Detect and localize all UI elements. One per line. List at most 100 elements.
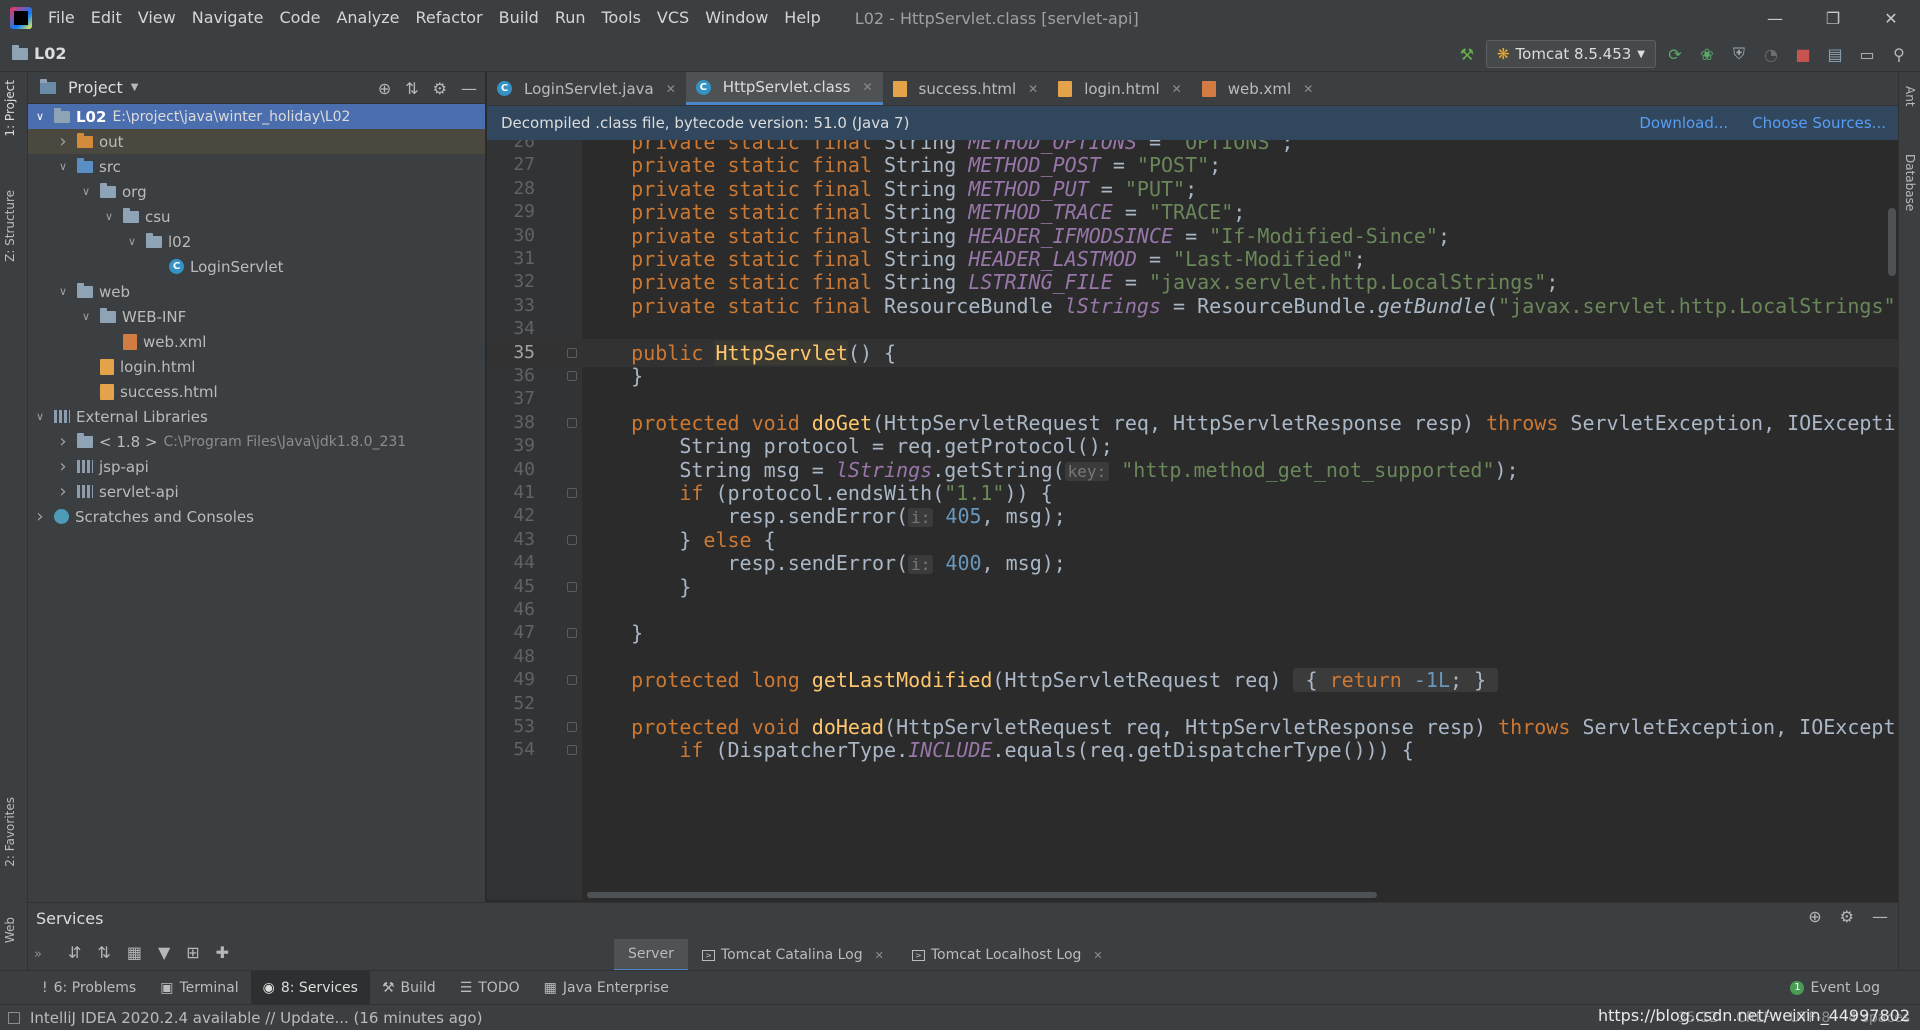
expanded-arrow-icon[interactable]: ∨ xyxy=(55,285,71,298)
profiler-icon[interactable]: ◔ xyxy=(1758,41,1784,67)
fold-marker-icon[interactable] xyxy=(567,534,577,545)
minimize-button[interactable]: — xyxy=(1746,0,1804,36)
choose-sources-link[interactable]: Choose Sources... xyxy=(1752,114,1886,132)
menu-file[interactable]: File xyxy=(40,0,83,36)
fold-marker-icon[interactable] xyxy=(567,628,577,639)
expanded-arrow-icon[interactable]: ∨ xyxy=(32,410,48,423)
rerun-icon[interactable]: ⟳ xyxy=(1662,41,1688,67)
close-tab-icon[interactable]: ✕ xyxy=(1028,82,1038,96)
close-tab-icon[interactable]: ✕ xyxy=(666,82,676,96)
expanded-arrow-icon[interactable]: ∨ xyxy=(32,110,48,123)
expanded-arrow-icon[interactable]: ∨ xyxy=(78,185,94,198)
close-tab-icon[interactable]: ✕ xyxy=(1303,82,1313,96)
expand-all-icon[interactable]: ⇵ xyxy=(68,943,81,962)
bottom-tool-tab[interactable]: ⚒ Build xyxy=(370,971,448,1005)
bottom-tool-tab[interactable]: ▣ Terminal xyxy=(148,971,250,1005)
editor-tab[interactable]: web.xml ✕ xyxy=(1192,72,1324,105)
menu-build[interactable]: Build xyxy=(491,0,547,36)
fold-marker-icon[interactable] xyxy=(567,745,577,756)
collapsed-arrow-icon[interactable]: › xyxy=(55,431,71,452)
project-panel-title[interactable]: Project xyxy=(68,78,123,97)
close-tab-icon[interactable]: ✕ xyxy=(875,949,884,962)
menu-analyze[interactable]: Analyze xyxy=(328,0,407,36)
tree-node[interactable]: ∨ org xyxy=(28,179,485,204)
locate-target-icon[interactable]: ⊕ xyxy=(1808,907,1821,926)
tree-node[interactable]: › < 1.8 > C:\Program Files\Java\jdk1.8.0_2… xyxy=(28,429,485,454)
menu-run[interactable]: Run xyxy=(547,0,594,36)
code-editor[interactable]: 26 private static final String METHOD_OP… xyxy=(487,140,1898,900)
close-tab-icon[interactable]: ✕ xyxy=(1093,949,1102,962)
tree-node[interactable]: › jsp-api xyxy=(28,454,485,479)
chevron-down-icon[interactable]: ▼ xyxy=(131,82,139,93)
collapsed-arrow-icon[interactable]: › xyxy=(32,506,48,527)
bottom-tool-tab[interactable]: ▦ Java Enterprise xyxy=(532,971,681,1005)
tree-node[interactable]: ∨ l02 xyxy=(28,229,485,254)
add-service-icon[interactable]: ✚ xyxy=(216,943,229,962)
tree-node[interactable]: web.xml xyxy=(28,329,485,354)
tree-node[interactable]: ∨ L02 E:\project\java\winter_holiday\L02 xyxy=(28,104,485,129)
services-tab[interactable]: Server xyxy=(614,939,688,971)
download-sources-link[interactable]: Download... xyxy=(1639,114,1728,132)
gear-icon[interactable]: ⚙ xyxy=(1840,907,1854,926)
tool-tab-structure[interactable]: Z: Structure xyxy=(3,190,17,262)
filter-icon[interactable]: ▼ xyxy=(158,943,170,962)
fold-marker-icon[interactable] xyxy=(567,488,577,498)
editor-vertical-scrollbar[interactable] xyxy=(1888,208,1896,276)
editor-horizontal-scrollbar[interactable] xyxy=(587,892,1377,898)
locate-target-icon[interactable]: ⊕ xyxy=(378,79,391,98)
services-tab[interactable]: > Tomcat Catalina Log ✕ xyxy=(688,939,898,971)
menu-refactor[interactable]: Refactor xyxy=(408,0,491,36)
editor-tab[interactable]: C LoginServlet.java ✕ xyxy=(487,72,686,105)
fold-marker-icon[interactable] xyxy=(567,371,577,381)
run-configuration-select[interactable]: ❋ Tomcat 8.5.453 ▼ xyxy=(1485,40,1656,68)
menu-vcs[interactable]: VCS xyxy=(649,0,697,36)
bottom-tool-tab[interactable]: ◉ 8: Services xyxy=(250,970,370,1005)
more-chevron-icon[interactable]: » xyxy=(34,947,42,962)
search-icon[interactable]: ⚲ xyxy=(1886,41,1912,67)
debug-icon[interactable]: ❀ xyxy=(1694,41,1720,67)
new-tab-icon[interactable]: ⊞ xyxy=(186,943,199,962)
expanded-arrow-icon[interactable]: ∨ xyxy=(55,160,71,173)
collapse-all-icon[interactable]: ⇅ xyxy=(97,943,110,962)
tree-node[interactable]: login.html xyxy=(28,354,485,379)
tree-node[interactable]: success.html xyxy=(28,379,485,404)
fold-marker-icon[interactable] xyxy=(567,581,577,592)
stop-icon[interactable]: ■ xyxy=(1790,41,1816,67)
event-log-button[interactable]: 1 Event Log xyxy=(1790,971,1880,1005)
expanded-arrow-icon[interactable]: ∨ xyxy=(78,310,94,323)
menu-navigate[interactable]: Navigate xyxy=(184,0,272,36)
collapsed-arrow-icon[interactable]: › xyxy=(55,481,71,502)
nav-project-breadcrumb[interactable]: L02 xyxy=(12,44,66,63)
editor-tab[interactable]: login.html ✕ xyxy=(1048,72,1192,105)
tool-tab-ant[interactable]: Ant xyxy=(1903,86,1917,107)
tree-node[interactable]: ∨ External Libraries xyxy=(28,404,485,429)
hide-panel-icon[interactable]: — xyxy=(461,79,477,98)
fold-marker-icon[interactable] xyxy=(567,675,577,686)
tool-tab-web[interactable]: Web xyxy=(3,917,17,943)
menu-help[interactable]: Help xyxy=(776,0,828,36)
menu-code[interactable]: Code xyxy=(272,0,329,36)
tree-node[interactable]: › servlet-api xyxy=(28,479,485,504)
coverage-icon[interactable]: ⛨ xyxy=(1726,41,1752,67)
build-hammer-icon[interactable]: ⚒ xyxy=(1454,41,1480,67)
expanded-arrow-icon[interactable]: ∨ xyxy=(101,210,117,223)
menu-tools[interactable]: Tools xyxy=(594,0,649,36)
project-structure-icon[interactable]: ▤ xyxy=(1822,41,1848,67)
menu-window[interactable]: Window xyxy=(697,0,776,36)
close-tab-icon[interactable]: ✕ xyxy=(1172,82,1182,96)
tree-node[interactable]: ∨ web xyxy=(28,279,485,304)
menu-edit[interactable]: Edit xyxy=(83,0,130,36)
tree-node[interactable]: › out xyxy=(28,129,485,154)
menu-view[interactable]: View xyxy=(130,0,184,36)
gear-icon[interactable]: ⚙ xyxy=(433,79,447,98)
tool-tab-database[interactable]: Database xyxy=(1903,154,1917,211)
collapse-all-icon[interactable]: ⇅ xyxy=(405,79,418,98)
collapsed-arrow-icon[interactable]: › xyxy=(55,131,71,152)
fold-marker-icon[interactable] xyxy=(567,722,577,732)
bottom-tool-tab[interactable]: ☰ TODO xyxy=(448,971,532,1005)
toggle-tool-windows-icon[interactable] xyxy=(8,1011,20,1024)
tree-node[interactable]: ∨ src xyxy=(28,154,485,179)
tree-node[interactable]: C LoginServlet xyxy=(28,254,485,279)
group-by-icon[interactable]: ▦ xyxy=(127,943,142,962)
bottom-tool-tab[interactable]: ! 6: Problems xyxy=(30,971,148,1005)
